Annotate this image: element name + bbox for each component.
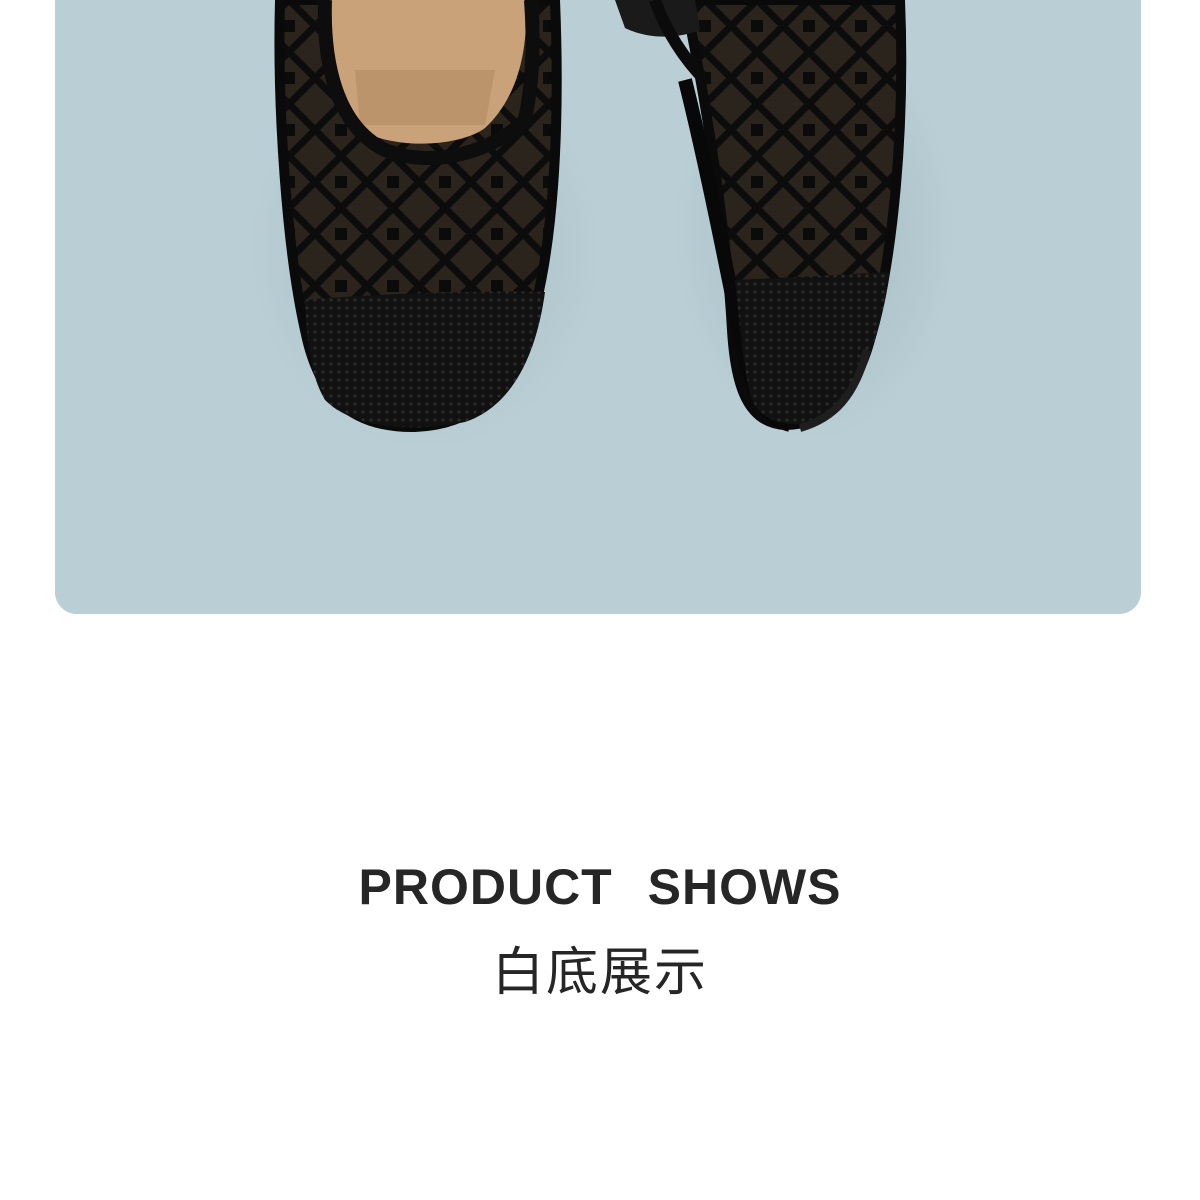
product-photo (55, 0, 1141, 614)
section-title-zh: 白底展示 (491, 943, 708, 1003)
left-shoe (250, 0, 600, 450)
section-heading: PRODUCT SHOWS 白底展示 (0, 855, 1200, 1005)
section-title-en: PRODUCT SHOWS (358, 859, 842, 915)
